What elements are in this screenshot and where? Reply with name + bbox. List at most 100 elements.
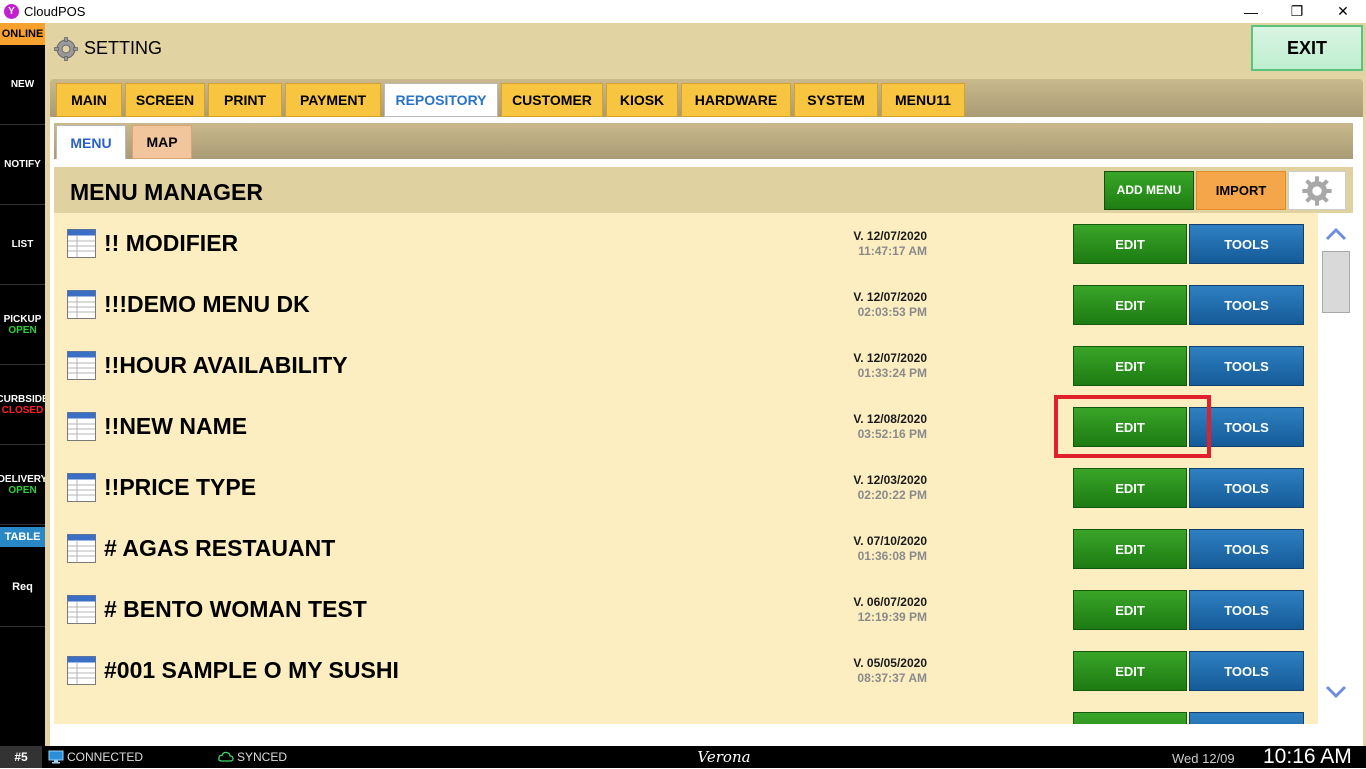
connection-status: CONNECTED <box>48 750 143 764</box>
tab-customer[interactable]: CUSTOMER <box>501 83 603 117</box>
tab-print[interactable]: PRINT <box>208 83 282 117</box>
table-icon <box>67 229 96 258</box>
status-date: Wed 12/09 <box>1172 751 1235 766</box>
minimize-button[interactable]: — <box>1228 0 1274 23</box>
list-item: # BENTO WOMAN TEST V. 06/07/2020 12:19:3… <box>54 579 1309 640</box>
edit-button[interactable]: EDIT <box>1073 224 1187 264</box>
table-icon <box>67 534 96 563</box>
chevron-down-icon[interactable] <box>1325 683 1347 701</box>
sidebar-item-label: CURBSIDE <box>0 393 45 405</box>
sidebar-item-table[interactable]: TABLE <box>0 527 45 547</box>
tab-system[interactable]: SYSTEM <box>794 83 878 117</box>
menu-time: 11:47:17 AM <box>858 244 927 258</box>
add-menu-button[interactable]: ADD MENU <box>1104 171 1194 210</box>
tools-button[interactable]: TOOLS <box>1189 224 1304 264</box>
tools-button[interactable]: TOOLS <box>1189 529 1304 569</box>
menu-time: 02:20:22 PM <box>857 488 927 502</box>
sidebar-item-label: PICKUP <box>3 313 42 325</box>
edit-button[interactable]: EDIT <box>1073 346 1187 386</box>
pickup-status: OPEN <box>8 324 37 336</box>
tab-screen[interactable]: SCREEN <box>125 83 205 117</box>
sidebar-item-label: NEW <box>10 79 35 90</box>
subtab-menu[interactable]: MENU <box>56 125 126 159</box>
tab-main[interactable]: MAIN <box>56 83 122 117</box>
status-bar: #5 CONNECTED SYNCED Verona Wed 12/09 10:… <box>0 745 1366 768</box>
edit-button[interactable] <box>1073 712 1187 724</box>
tools-button[interactable]: TOOLS <box>1189 468 1304 508</box>
list-item: #001 SAMPLE O MY SUSHI V. 05/05/2020 08:… <box>54 640 1309 701</box>
sidebar-item-label: LIST <box>11 239 34 250</box>
edit-button[interactable]: EDIT <box>1073 590 1187 630</box>
close-button[interactable]: ✕ <box>1320 0 1366 23</box>
tools-button[interactable]: TOOLS <box>1189 590 1304 630</box>
menu-name: # BENTO WOMAN TEST <box>104 596 367 622</box>
table-icon <box>67 351 96 380</box>
sidebar-item-notify[interactable]: NOTIFY <box>0 125 45 205</box>
page-title: SETTING <box>84 38 163 58</box>
scroll-thumb[interactable] <box>1322 251 1350 313</box>
tab-repository[interactable]: REPOSITORY <box>384 83 498 117</box>
settings-tabs: MAIN SCREEN PRINT PAYMENT REPOSITORY CUS… <box>50 79 1363 117</box>
menu-version: V. 12/07/2020 <box>853 290 927 304</box>
manager-settings-button[interactable] <box>1288 171 1346 210</box>
store-name: Verona <box>697 748 751 766</box>
menu-name: !!PRICE TYPE <box>104 474 257 500</box>
gear-icon <box>54 37 78 61</box>
sidebar-item-pickup[interactable]: PICKUP OPEN <box>0 285 45 365</box>
edit-button[interactable]: EDIT <box>1073 285 1187 325</box>
tab-kiosk[interactable]: KIOSK <box>606 83 678 117</box>
table-icon <box>67 595 96 624</box>
menu-manager-title: MENU MANAGER <box>70 179 263 205</box>
edit-button[interactable]: EDIT <box>1073 468 1187 508</box>
cloud-icon <box>218 751 234 762</box>
window-title: CloudPOS <box>24 4 86 19</box>
list-item: # AGAS RESTAUANT V. 07/10/2020 01:36:08 … <box>54 518 1309 579</box>
menu-name: !!NEW NAME <box>104 413 248 439</box>
sidebar-item-list[interactable]: LIST <box>0 205 45 285</box>
edit-button[interactable]: EDIT <box>1073 529 1187 569</box>
station-number: #5 <box>0 746 42 768</box>
list-item: !!PRICE TYPE V. 12/03/2020 02:20:22 PM E… <box>54 457 1309 518</box>
exit-button[interactable]: EXIT <box>1251 25 1363 71</box>
main-panel: SETTING EXIT MAIN SCREEN PRINT PAYMENT R… <box>45 23 1366 746</box>
sidebar-item-req[interactable]: Req <box>0 547 45 627</box>
tab-payment[interactable]: PAYMENT <box>285 83 381 117</box>
repository-content: MENU MAP MENU MANAGER ADD MENU IMPORT !!… <box>50 117 1363 746</box>
status-time: 10:16 AM <box>1263 745 1352 768</box>
menu-name: !!!DEMO MENU DK <box>104 291 310 317</box>
menu-list-scrollbar[interactable] <box>1318 213 1353 724</box>
sidebar-item-delivery[interactable]: DELIVERY OPEN <box>0 445 45 525</box>
list-item: !! MODIFIER V. 12/07/2020 11:47:17 AM ED… <box>54 213 1309 274</box>
menu-version: V. 12/08/2020 <box>853 412 927 426</box>
sidebar-item-new[interactable]: NEW <box>0 45 45 125</box>
tools-button[interactable]: TOOLS <box>1189 651 1304 691</box>
tools-button[interactable] <box>1189 712 1304 724</box>
delivery-status: OPEN <box>8 484 37 496</box>
tools-button[interactable]: TOOLS <box>1189 346 1304 386</box>
menu-name: !! MODIFIER <box>104 230 239 256</box>
menu-version: V. 07/10/2020 <box>853 534 927 548</box>
menu-time: 01:33:24 PM <box>857 366 927 380</box>
app-logo-icon: Y <box>4 4 19 19</box>
import-button[interactable]: IMPORT <box>1196 171 1286 210</box>
menu-version: V. 12/07/2020 <box>853 351 927 365</box>
table-icon <box>67 473 96 502</box>
chevron-up-icon[interactable] <box>1325 225 1347 243</box>
curbside-status: CLOSED <box>1 404 44 416</box>
tab-menu11[interactable]: MENU11 <box>881 83 965 117</box>
online-status-badge: ONLINE <box>0 23 45 45</box>
tab-hardware[interactable]: HARDWARE <box>681 83 791 117</box>
list-item <box>54 701 1309 724</box>
connection-label: CONNECTED <box>67 750 144 764</box>
menu-name: #001 SAMPLE O MY SUSHI <box>104 657 399 683</box>
tools-button[interactable]: TOOLS <box>1189 285 1304 325</box>
edit-button[interactable]: EDIT <box>1073 651 1187 691</box>
menu-version: V. 12/03/2020 <box>853 473 927 487</box>
table-icon <box>67 656 96 685</box>
menu-time: 08:37:37 AM <box>857 671 927 685</box>
menu-time: 02:03:53 PM <box>857 305 927 319</box>
subtab-map[interactable]: MAP <box>132 125 192 159</box>
menu-version: V. 12/07/2020 <box>853 229 927 243</box>
maximize-button[interactable]: ❐ <box>1274 0 1320 23</box>
sidebar-item-curbside[interactable]: CURBSIDE CLOSED <box>0 365 45 445</box>
